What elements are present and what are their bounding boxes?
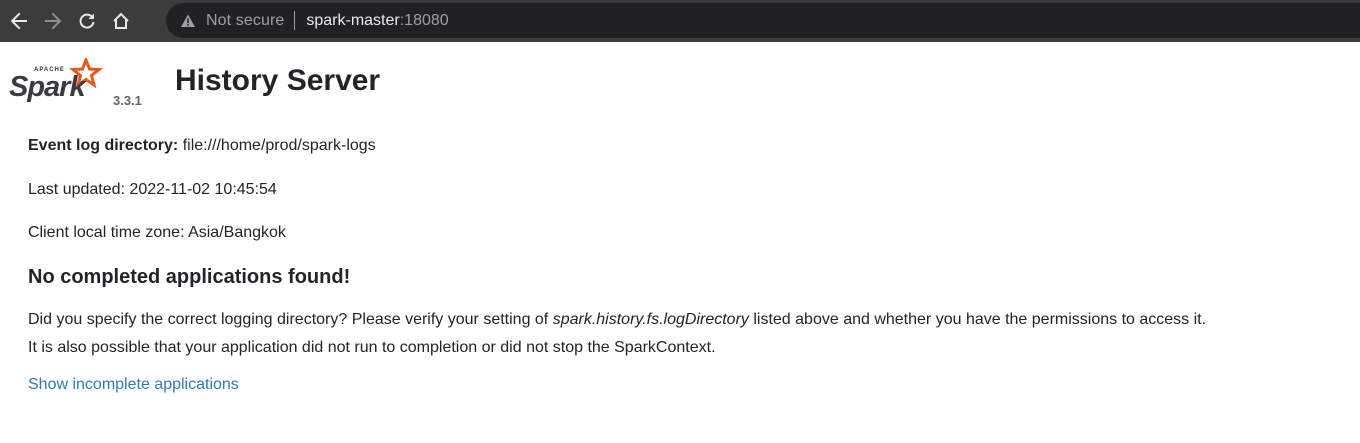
spark-version: 3.3.1	[113, 93, 142, 108]
empty-state-heading: No completed applications found!	[28, 266, 351, 288]
logo-text: Spark	[9, 71, 87, 103]
forward-button[interactable]	[37, 5, 69, 37]
page-title: History Server	[175, 64, 381, 97]
event-log-value: file:///home/prod/spark-logs	[178, 137, 376, 154]
client-timezone: Client local time zone: Asia/Bangkok	[28, 224, 286, 241]
setting-name: spark.history.fs.logDirectory	[552, 311, 749, 328]
home-icon	[113, 12, 129, 29]
url-host: spark-master	[306, 11, 400, 29]
home-button[interactable]	[105, 5, 137, 37]
reload-button[interactable]	[71, 5, 103, 37]
empty-text-line2: It is also possible that your applicatio…	[28, 339, 716, 356]
event-log-label: Event log directory:	[28, 137, 179, 154]
empty-state-message: Did you specify the correct logging dire…	[28, 306, 1338, 362]
last-updated: Last updated: 2022-11-02 10:45:54	[28, 181, 277, 198]
security-status[interactable]: Not secure	[206, 12, 284, 30]
reload-icon	[79, 13, 95, 29]
back-button[interactable]	[3, 5, 35, 37]
show-incomplete-applications-link[interactable]: Show incomplete applications	[28, 376, 239, 394]
url-port: :18080	[399, 11, 449, 29]
address-bar[interactable]: Not secure spark-master:18080	[166, 3, 1360, 38]
arrow-left-icon	[10, 12, 27, 30]
arrow-right-icon	[45, 12, 62, 30]
empty-text-after: listed above and whether you have the pe…	[748, 311, 1207, 328]
history-server-page: APACHE Spark 3.3.1 History Server Event …	[0, 42, 1360, 443]
address-divider	[294, 11, 296, 30]
warning-triangle-icon[interactable]	[180, 13, 196, 29]
browser-toolbar: Not secure spark-master:18080	[0, 0, 1360, 42]
event-log-directory: Event log directory: file:///home/prod/s…	[28, 137, 376, 155]
spark-logo[interactable]: APACHE Spark	[8, 55, 108, 112]
empty-text-before: Did you specify the correct logging dire…	[28, 311, 553, 328]
